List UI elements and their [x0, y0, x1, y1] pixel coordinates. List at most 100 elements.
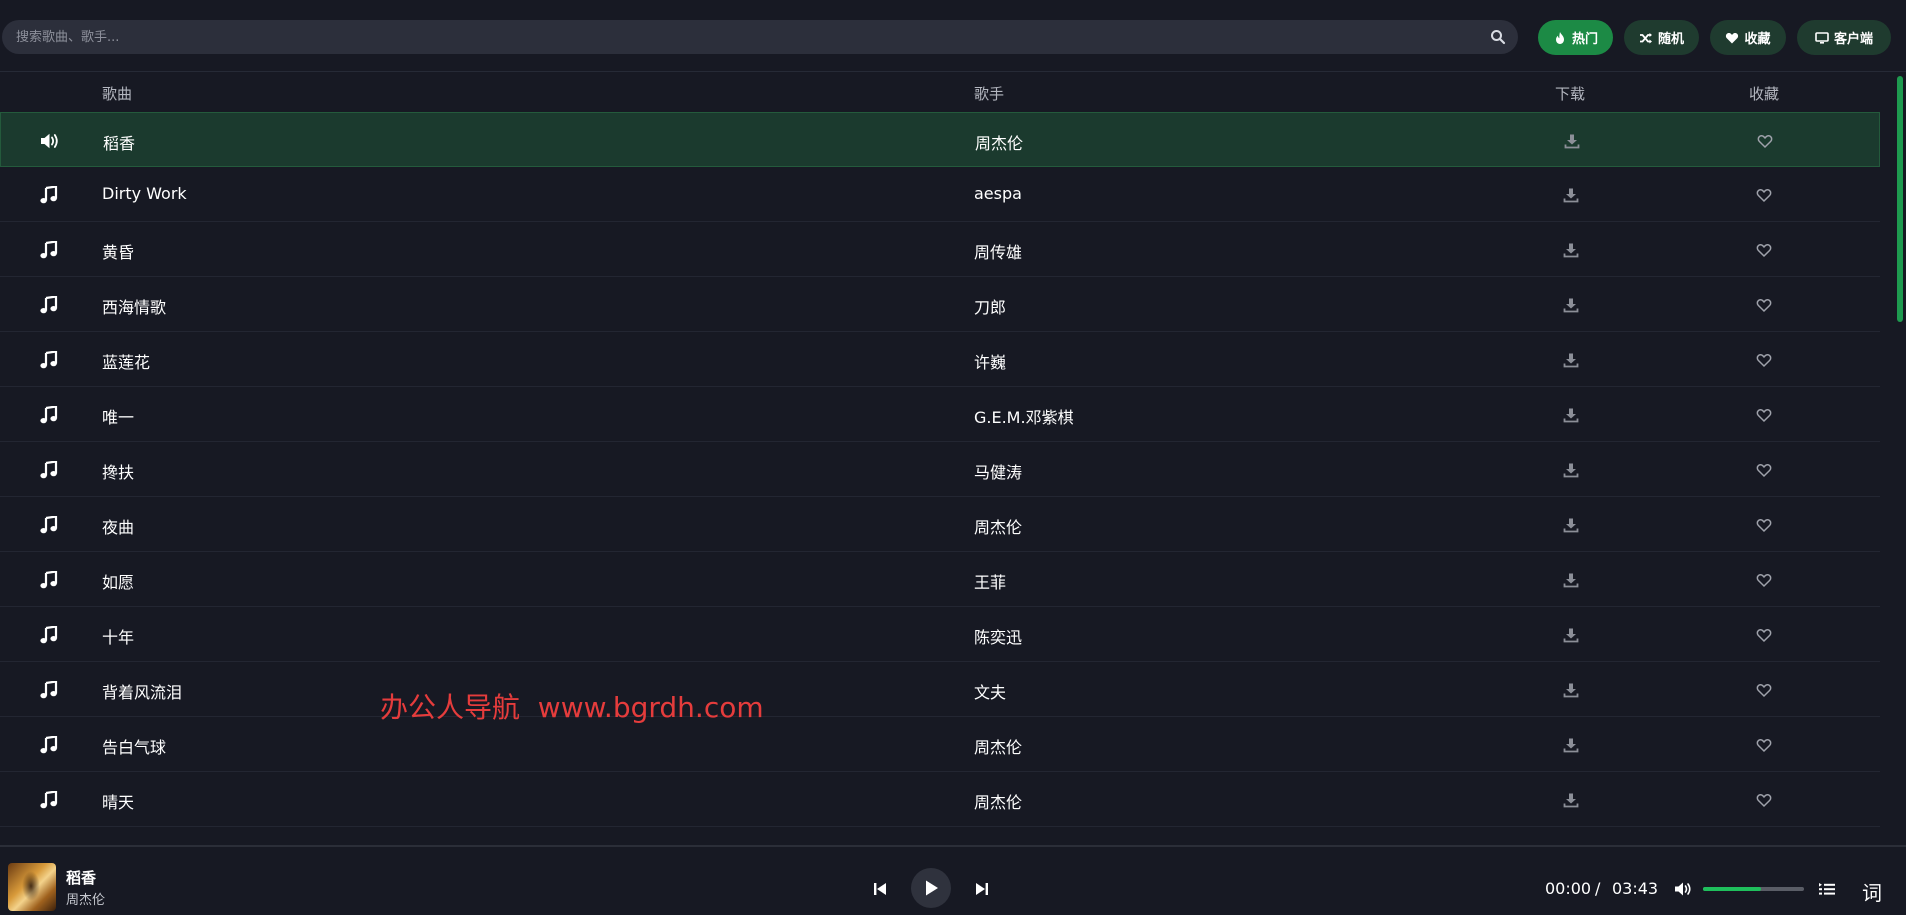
header-artist: 歌手: [974, 85, 1005, 103]
download-icon[interactable]: [1563, 297, 1579, 313]
music-note-icon[interactable]: [39, 570, 59, 589]
download-icon[interactable]: [1563, 407, 1579, 423]
heart-icon[interactable]: [1756, 517, 1772, 533]
music-note-icon[interactable]: [39, 515, 59, 534]
scrollbar[interactable]: [1897, 76, 1903, 846]
play-icon: [926, 880, 938, 896]
search-input[interactable]: [2, 20, 1518, 54]
table-row[interactable]: Dirty Work aespa: [0, 167, 1880, 222]
song-title: 搀扶: [102, 463, 135, 482]
heart-icon[interactable]: [1756, 627, 1772, 643]
watermark-text: 办公人导航 www.bgrdh.com: [380, 691, 764, 724]
header-song: 歌曲: [102, 85, 133, 103]
song-table: 歌曲 歌手 下载 收藏 稻香 周杰伦 Dirty Work aespa 黄昏 周传雄 西海情…: [0, 72, 1880, 845]
table-row[interactable]: 黄昏 周传雄: [0, 222, 1880, 277]
scrollbar-thumb[interactable]: [1897, 76, 1903, 322]
download-icon[interactable]: [1563, 572, 1579, 588]
song-artist: 周杰伦: [974, 738, 1023, 757]
music-note-icon[interactable]: [39, 240, 59, 259]
song-artist: 周传雄: [974, 243, 1023, 262]
next-track-icon[interactable]: [974, 881, 990, 897]
client-button[interactable]: 客户端: [1797, 20, 1891, 55]
heart-icon[interactable]: [1756, 792, 1772, 808]
search-icon[interactable]: [1490, 29, 1506, 45]
heart-icon[interactable]: [1756, 297, 1772, 313]
heart-icon[interactable]: [1756, 682, 1772, 698]
search-box: [2, 20, 1518, 54]
heart-icon[interactable]: [1756, 187, 1772, 203]
song-title: 夜曲: [102, 518, 135, 537]
song-title: 十年: [102, 628, 135, 647]
table-row[interactable]: 蓝莲花 许巍: [0, 332, 1880, 387]
table-row[interactable]: 背着风流泪 文夫: [0, 662, 1880, 717]
download-icon[interactable]: [1563, 737, 1579, 753]
table-row[interactable]: 西海情歌 刀郎: [0, 277, 1880, 332]
download-icon[interactable]: [1563, 517, 1579, 533]
download-icon[interactable]: [1563, 462, 1579, 478]
song-artist: 周杰伦: [974, 518, 1023, 537]
song-artist: 周杰伦: [974, 793, 1023, 812]
heart-icon[interactable]: [1756, 407, 1772, 423]
music-note-icon[interactable]: [39, 295, 59, 314]
heart-icon[interactable]: [1757, 133, 1773, 149]
hot-button-label: 热门: [1571, 32, 1598, 47]
table-row[interactable]: 夜曲 周杰伦: [0, 497, 1880, 552]
monitor-icon: [1815, 31, 1829, 44]
heart-icon[interactable]: [1756, 572, 1772, 588]
heart-icon: [1726, 32, 1739, 43]
heart-icon[interactable]: [1756, 737, 1772, 753]
table-row[interactable]: 告白气球 周杰伦: [0, 717, 1880, 772]
song-artist: 周杰伦: [975, 134, 1024, 153]
time-separator: /: [1595, 879, 1601, 898]
song-title: 黄昏: [102, 243, 135, 262]
music-note-icon[interactable]: [39, 680, 59, 699]
music-note-icon[interactable]: [39, 735, 59, 754]
favorites-button[interactable]: 收藏: [1710, 20, 1786, 55]
volume-icon[interactable]: [40, 132, 60, 150]
table-row[interactable]: 如愿 王菲: [0, 552, 1880, 607]
download-icon[interactable]: [1563, 682, 1579, 698]
heart-icon[interactable]: [1756, 242, 1772, 258]
table-row[interactable]: 十年 陈奕迅: [0, 607, 1880, 662]
volume-icon[interactable]: [1674, 881, 1692, 897]
playlist-icon[interactable]: [1818, 881, 1836, 897]
song-artist: 文夫: [974, 683, 1007, 702]
heart-icon[interactable]: [1756, 462, 1772, 478]
song-title: 稻香: [103, 134, 136, 153]
heart-icon[interactable]: [1756, 352, 1772, 368]
download-icon[interactable]: [1563, 187, 1579, 203]
player-bar: 稻香 周杰伦 00:00 / 03:43 词: [0, 845, 1906, 915]
song-artist: 马健涛: [974, 463, 1023, 482]
previous-track-icon[interactable]: [872, 881, 888, 897]
favorites-button-label: 收藏: [1744, 32, 1771, 47]
album-cover[interactable]: [8, 863, 56, 911]
download-icon[interactable]: [1563, 627, 1579, 643]
music-note-icon[interactable]: [39, 460, 59, 479]
song-title: 唯一: [102, 408, 135, 427]
music-note-icon[interactable]: [39, 790, 59, 809]
table-row[interactable]: 稻香 周杰伦: [0, 112, 1880, 167]
volume-slider[interactable]: [1703, 887, 1804, 891]
download-icon[interactable]: [1563, 792, 1579, 808]
download-icon[interactable]: [1564, 133, 1580, 149]
table-header: 歌曲 歌手 下载 收藏: [0, 72, 1880, 112]
download-icon[interactable]: [1563, 352, 1579, 368]
top-bar: 热门 随机 收藏 客户端: [0, 0, 1906, 72]
table-row[interactable]: 搀扶 马健涛: [0, 442, 1880, 497]
lyrics-button[interactable]: 词: [1862, 877, 1882, 906]
now-playing-artist: 周杰伦: [66, 893, 106, 908]
music-note-icon[interactable]: [39, 185, 59, 204]
music-note-icon[interactable]: [39, 405, 59, 424]
play-button[interactable]: [911, 868, 951, 908]
music-note-icon[interactable]: [39, 350, 59, 369]
song-title: 如愿: [102, 573, 135, 592]
random-button[interactable]: 随机: [1624, 20, 1699, 55]
hot-button[interactable]: 热门: [1538, 20, 1613, 55]
fire-icon: [1555, 31, 1564, 44]
shuffle-icon: [1639, 32, 1652, 43]
download-icon[interactable]: [1563, 242, 1579, 258]
song-list: 稻香 周杰伦 Dirty Work aespa 黄昏 周传雄 西海情歌 刀郎 蓝莲花 许巍 唯一 G.…: [0, 112, 1880, 827]
table-row[interactable]: 晴天 周杰伦: [0, 772, 1880, 827]
table-row[interactable]: 唯一 G.E.M.邓紫棋: [0, 387, 1880, 442]
music-note-icon[interactable]: [39, 625, 59, 644]
